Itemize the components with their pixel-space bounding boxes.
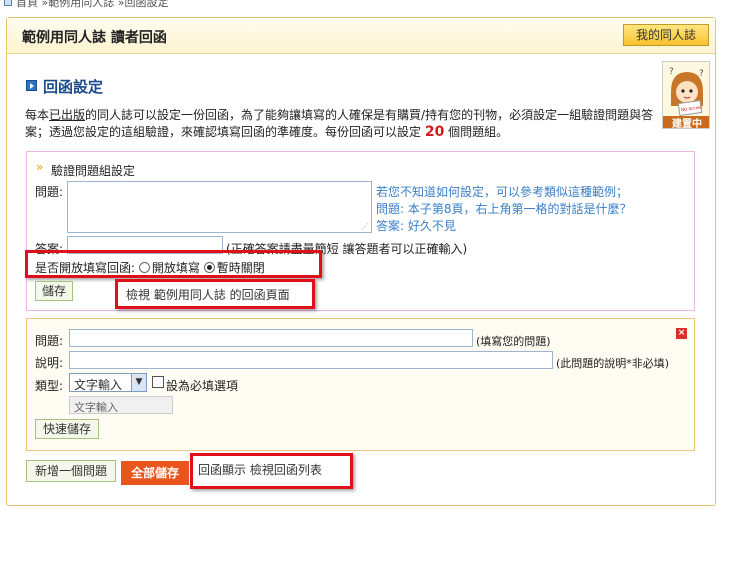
open-setting-label: 是否開放填寫回函: — [35, 261, 136, 275]
add-question-button[interactable]: 新增一個問題 — [26, 460, 116, 482]
question-input[interactable] — [69, 329, 473, 347]
type-select[interactable]: 文字輸入 ▼ — [69, 373, 147, 392]
required-checkbox[interactable] — [152, 376, 164, 388]
description-published: 已出版 — [49, 108, 86, 122]
required-label: 設為必填選項 — [166, 379, 239, 393]
breadcrumb-section[interactable]: 範例用同人誌 — [48, 0, 114, 9]
verify-question-label: 問題: — [35, 185, 64, 199]
quick-save-button[interactable]: 快速儲存 — [35, 419, 99, 439]
question-limit-count: 20 — [424, 124, 445, 140]
description-text: 個問題組。 — [448, 125, 509, 139]
description-label: 說明: — [35, 356, 64, 370]
resize-handle-icon: ⋰ — [361, 222, 369, 231]
page-title: 範例用同人誌 讀者回函 — [22, 30, 167, 46]
svg-text:?: ? — [669, 67, 674, 77]
chevron-down-icon: ▼ — [131, 374, 146, 391]
open-setting-row: 是否開放填寫回函: 開放填寫 暫時關閉 — [35, 259, 265, 276]
hint-question-link[interactable]: 本子第8頁，右上角第一格的對話是什麼？ — [408, 202, 632, 216]
breadcrumb-home[interactable]: 首頁 — [16, 0, 38, 9]
footer-links: 回函顯示 檢視回函列表 — [198, 461, 322, 478]
view-reply-page-link-wrap: 檢視 範例用同人誌 的回函頁面 — [126, 286, 290, 303]
hint-line: 若您不知道如何設定，可以參考類似這種範例； — [376, 185, 629, 199]
reply-list-link[interactable]: 檢視回函列表 — [250, 463, 322, 477]
description: 每本已出版的同人誌可以設定一份回函，為了能夠讓填寫的人確保是有購買/持有您的刊物… — [25, 107, 665, 141]
under-construction-avatar: ? ? NO Access 建置中 — [662, 61, 710, 129]
open-option-label: 開放填寫 — [151, 261, 200, 275]
reply-display-link[interactable]: 回函顯示 — [198, 463, 246, 477]
svg-text:?: ? — [699, 69, 704, 79]
breadcrumb: 首頁 »範例用同人誌 »回函設定 — [4, 0, 169, 9]
close-icon[interactable]: × — [676, 328, 687, 339]
section-title: 回函設定 — [43, 78, 104, 96]
my-doujinshi-button[interactable]: 我的同人誌 — [623, 24, 709, 46]
question-label: 問題: — [35, 334, 64, 348]
type-label: 類型: — [35, 379, 64, 393]
hint-answer-link[interactable]: 好久不見 — [408, 219, 456, 233]
description-input[interactable] — [69, 351, 553, 369]
view-reply-page-link[interactable]: 檢視 範例用同人誌 的回函頁面 — [126, 288, 290, 302]
verify-question-textarea[interactable]: ⋰ — [67, 181, 372, 233]
hint-answer-label: 答案: — [376, 219, 405, 233]
save-button[interactable]: 儲存 — [35, 281, 73, 301]
open-radio[interactable] — [138, 262, 150, 273]
description-text: 的同人誌可以設定一份回函，為了能夠讓填寫的人確保是有購買/持有您的刊物，必須設定… — [25, 108, 654, 139]
hint-question: 問題: 本子第8頁，右上角第一格的對話是什麼？ — [376, 200, 632, 217]
close-radio[interactable] — [203, 262, 215, 273]
type-select-value: 文字輸入 — [74, 378, 123, 392]
save-all-button[interactable]: 全部儲存 — [121, 461, 189, 485]
question-note: (填寫您的問題) — [476, 335, 551, 348]
section-arrow-icon — [26, 80, 37, 91]
hint-question-label: 問題: — [376, 202, 405, 216]
description-note: (此問題的說明*非必填) — [556, 357, 670, 370]
verify-heading: 驗證問題組設定 — [51, 164, 136, 178]
hint-answer: 答案: 好久不見 — [376, 217, 456, 234]
close-option-label: 暫時關閉 — [216, 261, 265, 275]
avatar-badge: 建置中 — [671, 117, 702, 129]
home-icon — [4, 0, 12, 6]
double-arrow-icon: » — [36, 160, 44, 174]
answer-preview-input: 文字輸入 — [69, 396, 173, 414]
breadcrumb-current: 回函設定 — [124, 0, 169, 9]
description-text: 每本 — [25, 108, 50, 122]
